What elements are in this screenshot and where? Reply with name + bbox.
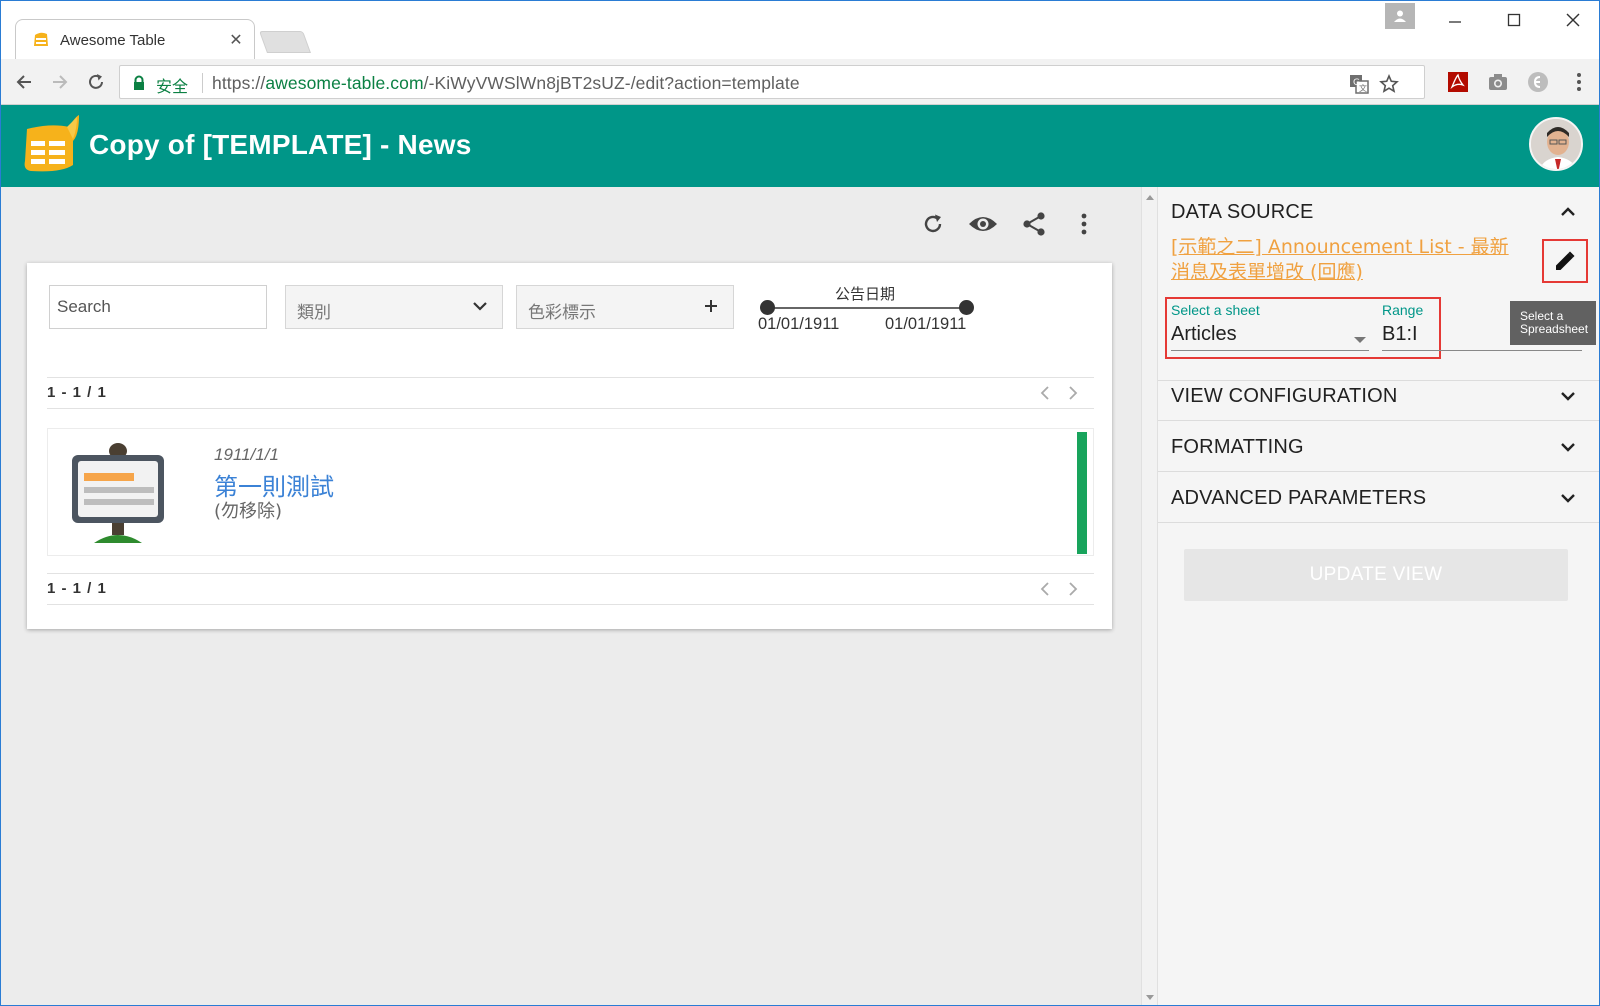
maximize-icon[interactable] [1494,5,1534,35]
search-field[interactable] [49,285,267,329]
chevron-down-icon [1561,443,1575,452]
sheet-select-label: Select a sheet [1171,302,1260,318]
pagination-count: 1 - 1 / 1 [47,384,107,401]
url-path: /-KiWyVWSlWn8jBT2sUZ-/edit?action=templa… [423,73,800,93]
data-source-title[interactable]: DATA SOURCE [1171,201,1314,224]
scroll-up-icon[interactable] [1146,195,1154,200]
formatting-section[interactable]: FORMATTING [1158,422,1599,472]
next-page-icon[interactable] [1063,382,1083,404]
tab-close-icon[interactable]: ✕ [228,30,244,50]
pencil-icon [1556,251,1575,270]
section-title: FORMATTING [1171,436,1304,458]
plus-icon [705,300,717,312]
view-configuration-section[interactable]: VIEW CONFIGURATION [1158,371,1599,421]
date-from-value: 01/01/1911 [758,315,840,333]
url-text: https://awesome-table.com/-KiWyVWSlWn8jB… [212,73,800,94]
svg-text:文: 文 [1359,83,1367,93]
data-source-section: DATA SOURCE [示範之二] Announcement List - 最… [1158,187,1599,381]
announcement-board-icon [72,443,164,543]
share-icon[interactable] [1017,207,1051,241]
spreadsheet-link[interactable]: [示範之二] Announcement List - 最新消息及表單增改 (回應… [1171,235,1521,285]
section-title: VIEW CONFIGURATION [1171,385,1398,407]
address-separator [202,73,203,93]
browser-tab[interactable]: Awesome Table ✕ [15,19,255,59]
awesome-table-favicon [34,32,48,46]
status-color-bar [1077,432,1087,554]
news-list-item[interactable]: 1911/1/1 第一則測試 (勿移除) [47,428,1094,556]
sheet-dropdown-caret-icon[interactable] [1354,337,1366,343]
settings-sidebar: DATA SOURCE [示範之二] Announcement List - 最… [1157,187,1599,1005]
browser-window: Awesome Table ✕ 安全 https://awesome-table… [0,0,1600,1006]
more-options-icon[interactable] [1067,207,1101,241]
chevron-down-icon [1561,392,1575,401]
bottom-pagination: 1 - 1 / 1 [47,573,1094,605]
select-spreadsheet-tooltip: Select a Spreadsheet [1510,301,1596,345]
chevron-down-icon [473,302,487,311]
range-label: Range [1382,302,1424,318]
new-tab-button[interactable] [258,31,312,53]
news-date: 1911/1/1 [214,445,279,464]
evernote-extension-icon[interactable] [1525,69,1551,95]
date-slider-track[interactable] [767,307,967,309]
secure-label: 安全 [156,79,189,96]
bookmark-star-icon[interactable] [1378,73,1400,95]
search-input[interactable] [50,286,266,328]
pagination-count: 1 - 1 / 1 [47,580,107,597]
app-header: Copy of [TEMPLATE] - News [1,105,1599,187]
pdf-extension-icon[interactable] [1445,69,1471,95]
edit-spreadsheet-button[interactable] [1542,239,1588,283]
update-view-button[interactable]: UPDATE VIEW [1184,549,1568,601]
news-subtitle: (勿移除) [214,501,283,522]
close-window-icon[interactable] [1553,5,1593,35]
date-filter-title: 公告日期 [835,285,896,303]
prev-page-icon[interactable] [1035,578,1055,600]
date-slider-end-handle[interactable] [959,300,974,315]
awesome-table-logo [24,115,80,172]
chevron-down-icon [1561,494,1575,503]
sheet-select-value[interactable]: Articles [1171,323,1237,346]
top-pagination: 1 - 1 / 1 [47,377,1094,409]
section-title: ADVANCED PARAMETERS [1171,487,1427,509]
user-avatar[interactable] [1529,117,1583,171]
color-filter-label: 色彩標示 [528,303,596,323]
category-filter[interactable]: 類別 [285,285,503,329]
preview-panel: 類別 色彩標示 公告日期 01/01/1911 01/01/1911 1 - 1… [1,187,1141,1005]
reload-icon[interactable] [82,68,110,96]
browser-menu-icon[interactable] [1566,69,1592,95]
scroll-down-icon[interactable] [1146,995,1154,1000]
sheet-select-underline [1171,350,1369,351]
address-bar[interactable]: 安全 https://awesome-table.com/-KiWyVWSlWn… [119,65,1425,99]
next-page-icon[interactable] [1063,578,1083,600]
preview-scrollbar[interactable] [1141,187,1157,1005]
news-card: 類別 色彩標示 公告日期 01/01/1911 01/01/1911 1 - 1… [27,263,1112,629]
tab-title: Awesome Table [60,32,166,49]
url-host: awesome-table.com [265,73,424,93]
tab-strip: Awesome Table ✕ [1,1,1599,59]
app-title: Copy of [TEMPLATE] - News [89,129,472,160]
forward-icon[interactable] [46,68,74,96]
date-to-value: 01/01/1911 [885,315,967,333]
back-icon[interactable] [10,68,38,96]
category-filter-label: 類別 [297,303,331,323]
url-scheme: https:// [212,73,266,93]
range-input[interactable]: B1:I [1382,323,1418,346]
range-underline [1382,350,1582,351]
refresh-icon[interactable] [916,207,950,241]
profile-icon[interactable] [1385,3,1415,29]
color-filter[interactable]: 色彩標示 [516,285,734,329]
prev-page-icon[interactable] [1035,382,1055,404]
date-slider-start-handle[interactable] [760,300,775,315]
camera-extension-icon[interactable] [1485,69,1511,95]
chevron-up-icon[interactable] [1558,202,1578,222]
minimize-icon[interactable] [1435,5,1475,35]
advanced-parameters-section[interactable]: ADVANCED PARAMETERS [1158,473,1599,523]
preview-eye-icon[interactable] [966,207,1000,241]
translate-icon[interactable]: G文 [1348,73,1370,95]
browser-toolbar: 安全 https://awesome-table.com/-KiWyVWSlWn… [1,59,1599,105]
lock-icon [134,75,144,90]
